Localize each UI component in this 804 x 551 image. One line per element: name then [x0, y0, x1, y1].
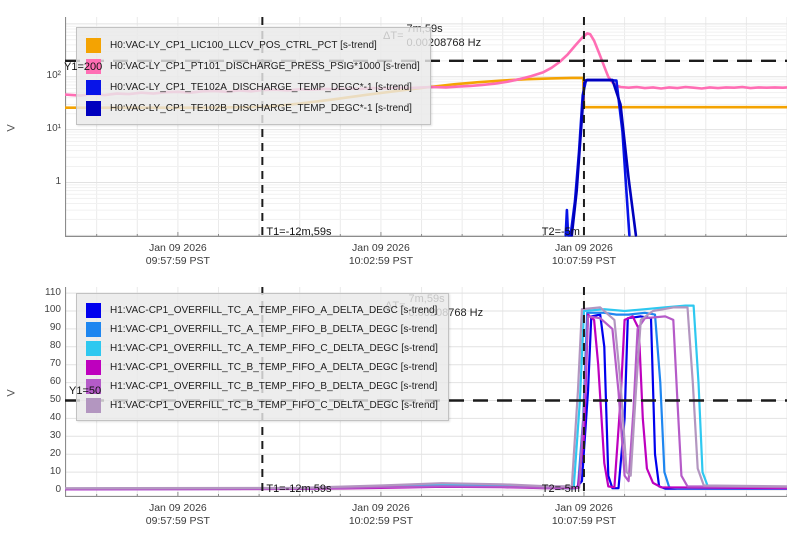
series-swatch [86, 303, 101, 318]
y-tick-label: 10 [49, 465, 61, 477]
legend-label: H0:VAC-LY_CP1_PT101_DISCHARGE_PRESS_PSIG… [110, 61, 420, 72]
x-axis-tick-label: Jan 09 2026 09:57:59 PST [145, 502, 210, 527]
legend-item[interactable]: H0:VAC-LY_CP1_TE102B_DISCHARGE_TEMP_DEGC… [86, 98, 420, 119]
y-tick-label: 40 [49, 411, 61, 423]
series-swatch [86, 398, 101, 413]
y-tick-label: 10² [46, 70, 61, 82]
y-tick-label: 70 [49, 358, 61, 370]
t1-cursor-label[interactable]: T1=-12m,59s [266, 483, 331, 495]
y-tick-label: 80 [49, 340, 61, 352]
y-tick-label: 60 [49, 376, 61, 388]
legend-item[interactable]: H0:VAC-LY_CP1_PT101_DISCHARGE_PRESS_PSIG… [86, 56, 420, 77]
y-tick-label: 100 [44, 304, 61, 316]
series-swatch [86, 341, 101, 356]
x-axis-tick-label: Jan 09 2026 10:07:59 PST [551, 502, 617, 527]
y-tick-label: 0 [55, 483, 61, 495]
y-tick-label: 1 [55, 175, 61, 187]
series-swatch [86, 101, 101, 116]
legend-label: H0:VAC-LY_CP1_TE102B_DISCHARGE_TEMP_DEGC… [110, 103, 412, 114]
y1-marker-label[interactable]: Y1=200 [64, 61, 102, 73]
t1-cursor-label[interactable]: T1=-12m,59s [266, 226, 331, 238]
legend-label: H0:VAC-LY_CP1_TE102A_DISCHARGE_TEMP_DEGC… [110, 82, 412, 93]
legend-label: H1:VAC-CP1_OVERFILL_TC_B_TEMP_FIFO_B_DEL… [110, 381, 438, 392]
bottom-chart: 110 100 90 80 70 60 50 40 30 20 10 0 H1:VAC-CP1_OVE… [44, 287, 787, 527]
series-swatch [86, 80, 101, 95]
legend-label: H1:VAC-CP1_OVERFILL_TC_B_TEMP_FIFO_A_DEL… [110, 362, 438, 373]
y-tick-label: 30 [49, 429, 61, 441]
y-axis-ticks: 10² 10¹ 1 [21, 17, 61, 237]
legend-label: H1:VAC-CP1_OVERFILL_TC_A_TEMP_FIFO_B_DEL… [110, 324, 438, 335]
legend-item[interactable]: H1:VAC-CP1_OVERFILL_TC_A_TEMP_FIFO_B_DEL… [86, 320, 438, 339]
t2-cursor-label[interactable]: T2=-5m [542, 226, 580, 238]
legend: H1:VAC-CP1_OVERFILL_TC_A_TEMP_FIFO_A_DEL… [76, 293, 449, 421]
series-swatch [86, 38, 101, 53]
y-axis-title: V [5, 124, 18, 132]
legend-item[interactable]: H1:VAC-CP1_OVERFILL_TC_B_TEMP_FIFO_A_DEL… [86, 358, 438, 377]
series-swatch [86, 322, 101, 337]
legend-label: H0:VAC-LY_CP1_LIC100_LLCV_POS_CTRL_PCT [… [110, 40, 377, 51]
x-axis-tick-label: Jan 09 2026 09:57:59 PST [145, 242, 210, 267]
legend-item[interactable]: H1:VAC-CP1_OVERFILL_TC_B_TEMP_FIFO_B_DEL… [86, 377, 438, 396]
series-swatch [86, 360, 101, 375]
x-axis-tick-label: Jan 09 2026 10:07:59 PST [551, 242, 617, 267]
legend-item[interactable]: H1:VAC-CP1_OVERFILL_TC_B_TEMP_FIFO_C_DEL… [86, 396, 438, 415]
y-axis-title: V [5, 389, 18, 397]
legend-label: H1:VAC-CP1_OVERFILL_TC_B_TEMP_FIFO_C_DEL… [110, 400, 438, 411]
y-tick-label: 10¹ [46, 123, 61, 135]
legend: H0:VAC-LY_CP1_LIC100_LLCV_POS_CTRL_PCT [… [76, 27, 431, 125]
y-tick-label: 110 [45, 286, 61, 298]
y1-marker-label[interactable]: Y1=50 [69, 385, 101, 397]
top-chart: 10² 10¹ 1 H0:VAC-LY_CP1_LIC100_LLCV_POS_CT… [47, 17, 787, 267]
legend-item[interactable]: H0:VAC-LY_CP1_LIC100_LLCV_POS_CTRL_PCT [… [86, 35, 420, 56]
legend-label: H1:VAC-CP1_OVERFILL_TC_A_TEMP_FIFO_C_DEL… [110, 343, 438, 354]
x-axis-tick-label: Jan 09 2026 10:02:59 PST [348, 502, 414, 527]
legend-label: H1:VAC-CP1_OVERFILL_TC_A_TEMP_FIFO_A_DEL… [110, 305, 438, 316]
y-tick-label: 90 [49, 322, 61, 334]
t2-cursor-label[interactable]: T2=-5m [542, 483, 580, 495]
x-axis-tick-label: Jan 09 2026 10:02:59 PST [348, 242, 414, 267]
y-axis-ticks: 110 100 90 80 70 60 50 40 30 20 10 0 [21, 287, 61, 497]
legend-item[interactable]: H1:VAC-CP1_OVERFILL_TC_A_TEMP_FIFO_A_DEL… [86, 301, 438, 320]
y-tick-label: 20 [49, 447, 61, 459]
y-tick-label: 50 [49, 394, 61, 405]
legend-item[interactable]: H0:VAC-LY_CP1_TE102A_DISCHARGE_TEMP_DEGC… [86, 77, 420, 98]
legend-item[interactable]: H1:VAC-CP1_OVERFILL_TC_A_TEMP_FIFO_C_DEL… [86, 339, 438, 358]
